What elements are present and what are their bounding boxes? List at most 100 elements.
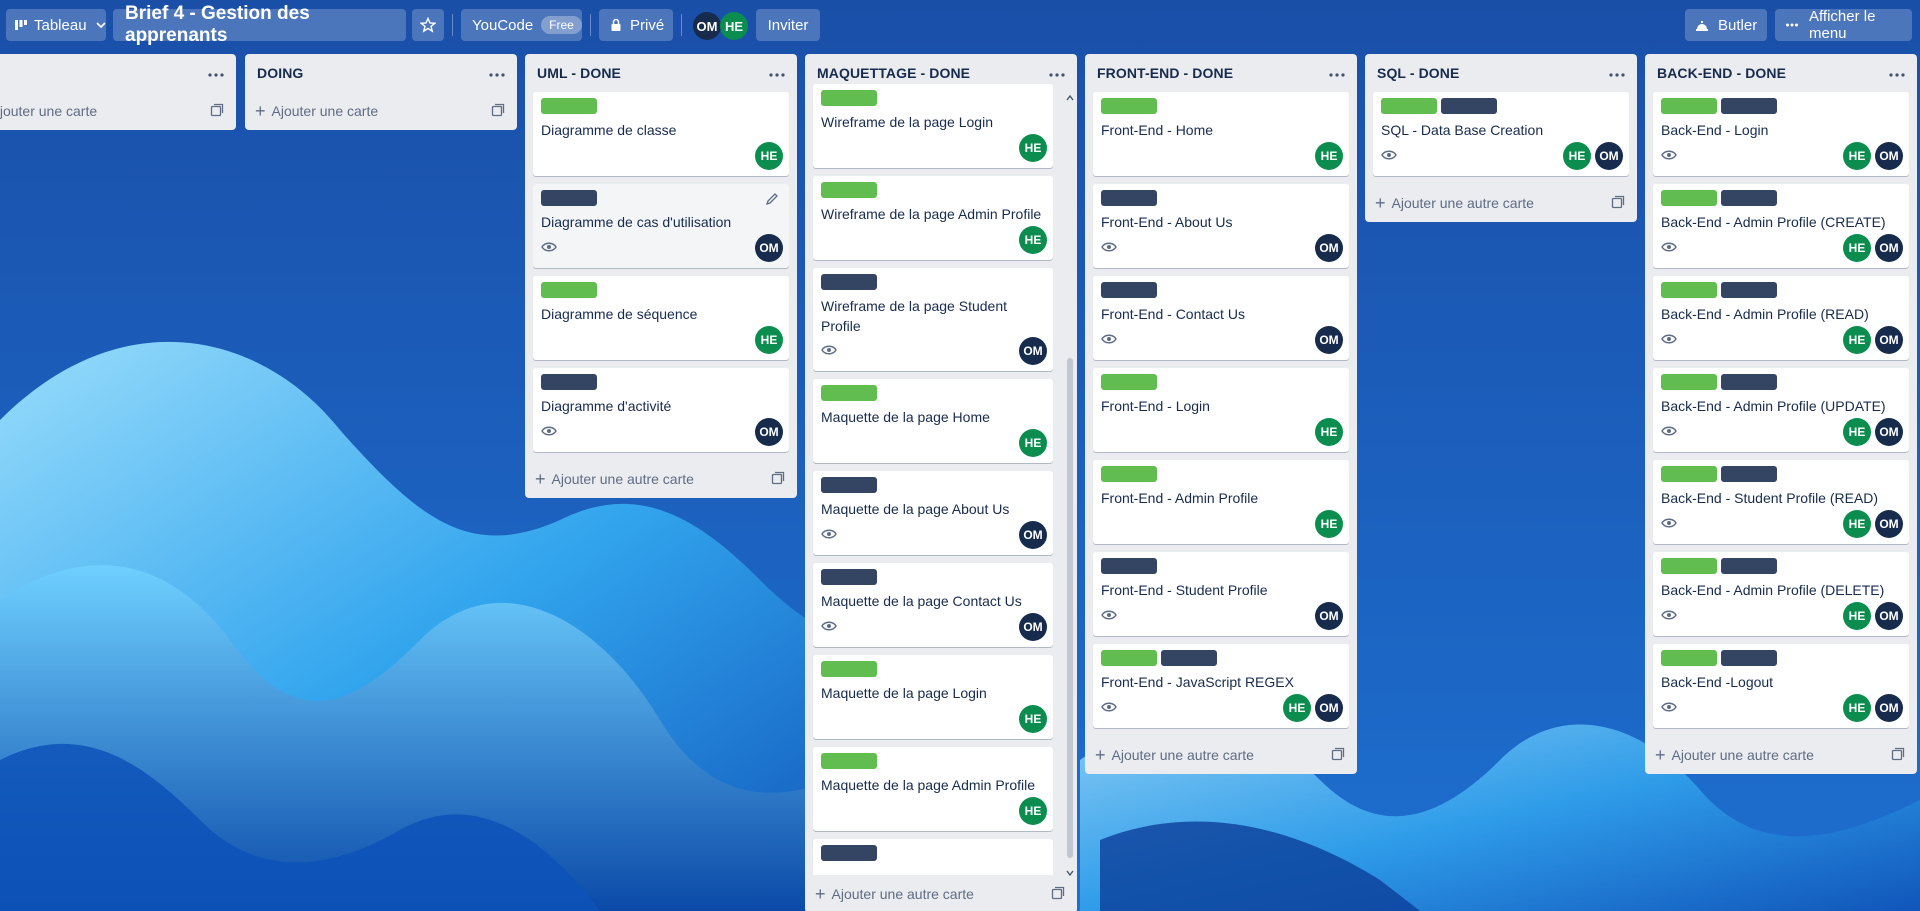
card-template-icon[interactable] (1611, 195, 1625, 212)
card[interactable]: Wireframe de la page Login HE (813, 84, 1053, 168)
card-template-icon[interactable] (771, 471, 785, 488)
card[interactable]: Diagramme de cas d'utilisation OM (533, 184, 789, 268)
member-avatar[interactable]: OM (1875, 418, 1903, 446)
list-title[interactable]: DOING (257, 65, 303, 81)
card-label-green[interactable] (821, 90, 877, 106)
show-menu-button[interactable]: Afficher le menu (1775, 8, 1912, 42)
list-title[interactable]: MAQUETTAGE - DONE (817, 65, 970, 81)
member-avatar[interactable]: OM (755, 234, 783, 262)
member-avatar[interactable]: OM (1875, 510, 1903, 538)
member-avatar[interactable]: HE (1843, 326, 1871, 354)
card[interactable]: Diagramme de classe HE (533, 92, 789, 176)
card-label-navy[interactable] (1721, 98, 1777, 114)
member-avatar[interactable]: OM (1875, 694, 1903, 722)
card[interactable]: Back-End - Admin Profile (READ) HE OM (1653, 276, 1909, 360)
member-avatar[interactable]: OM (1315, 694, 1343, 722)
member-avatar[interactable]: OM (1315, 602, 1343, 630)
card-label-green[interactable] (1101, 374, 1157, 390)
card-label-navy[interactable] (1721, 190, 1777, 206)
card-label-navy[interactable] (541, 374, 597, 390)
member-avatar[interactable]: HE (1843, 694, 1871, 722)
member-avatar[interactable]: HE (1019, 134, 1047, 162)
member-avatar[interactable]: OM (1875, 142, 1903, 170)
card-label-green[interactable] (821, 182, 877, 198)
view-switcher-button[interactable]: Tableau (6, 9, 106, 41)
invite-button[interactable]: Inviter (756, 9, 820, 41)
member-avatar[interactable]: HE (1019, 797, 1047, 825)
card-label-navy[interactable] (1101, 190, 1157, 206)
list-title[interactable]: SQL - DONE (1377, 65, 1459, 81)
card-label-navy[interactable] (1721, 558, 1777, 574)
card-label-green[interactable] (1101, 466, 1157, 482)
member-avatar[interactable]: HE (1843, 234, 1871, 262)
list-header[interactable]: UML - DONE (525, 54, 797, 92)
card-label-green[interactable] (1661, 466, 1717, 482)
card[interactable]: Back-End - Login HE OM (1653, 92, 1909, 176)
card[interactable]: Back-End - Admin Profile (UPDATE) HE OM (1653, 368, 1909, 452)
member-avatar[interactable]: HE (1019, 429, 1047, 457)
member-avatar[interactable]: OM (1019, 613, 1047, 641)
add-card-button[interactable]: + Ajouter une autre carte (1095, 746, 1254, 764)
add-card-button[interactable]: +Ajouter une carte (0, 102, 97, 120)
member-avatar[interactable]: HE (1283, 694, 1311, 722)
card[interactable]: Front-End - About Us OM (1093, 184, 1349, 268)
list-menu-icon[interactable] (1889, 64, 1905, 82)
card-label-navy[interactable] (1721, 650, 1777, 666)
add-card-button[interactable]: + Ajouter une autre carte (535, 470, 694, 488)
card[interactable]: Diagramme de séquence HE (533, 276, 789, 360)
member-avatar[interactable]: HE (1315, 510, 1343, 538)
list-scrollbar[interactable] (1065, 92, 1075, 883)
member-avatar[interactable]: OM (1019, 521, 1047, 549)
card-label-green[interactable] (1381, 98, 1437, 114)
list-header[interactable]: BACK-END - DONE (1645, 54, 1917, 92)
card[interactable]: Wireframe de la page Admin Profile HE (813, 176, 1053, 260)
workspace-button[interactable]: YouCode Free (461, 9, 582, 41)
member-avatar[interactable]: HE (1843, 142, 1871, 170)
list-menu-icon[interactable] (1049, 64, 1065, 82)
list-header[interactable]: DO (0, 54, 236, 92)
list-header[interactable]: FRONT-END - DONE (1085, 54, 1357, 92)
member-avatar[interactable]: OM (755, 418, 783, 446)
pencil-icon[interactable] (765, 192, 779, 211)
star-button[interactable] (412, 9, 444, 41)
card[interactable]: Front-End - Student Profile OM (1093, 552, 1349, 636)
card-label-green[interactable] (1661, 190, 1717, 206)
visibility-button[interactable]: Privé (599, 9, 673, 41)
card-label-green[interactable] (821, 661, 877, 677)
member-avatar[interactable]: HE (1315, 142, 1343, 170)
card-label-green[interactable] (821, 753, 877, 769)
member-avatar[interactable]: OM (1019, 337, 1047, 365)
list-header[interactable]: DOING (245, 54, 517, 92)
member-avatar[interactable]: OM (1315, 326, 1343, 354)
member-avatar[interactable]: OM (1315, 234, 1343, 262)
card[interactable]: Front-End - Contact Us OM (1093, 276, 1349, 360)
card[interactable]: Diagramme d'activité OM (533, 368, 789, 452)
add-card-button[interactable]: +Ajouter une carte (255, 102, 378, 120)
card-label-navy[interactable] (1101, 558, 1157, 574)
card-label-navy[interactable] (1161, 650, 1217, 666)
member-avatar[interactable]: HE (1563, 142, 1591, 170)
member-avatar[interactable]: HE (1843, 418, 1871, 446)
member-avatar[interactable]: OM (1875, 234, 1903, 262)
card-label-green[interactable] (1661, 282, 1717, 298)
board-title[interactable]: Brief 4 - Gestion des apprenants (113, 3, 406, 46)
member-avatar[interactable]: HE (755, 326, 783, 354)
card[interactable]: Front-End - Admin Profile HE (1093, 460, 1349, 544)
member-avatar[interactable]: HE (720, 12, 748, 40)
list-title[interactable]: UML - DONE (537, 65, 621, 81)
card-label-green[interactable] (1661, 650, 1717, 666)
card-label-navy[interactable] (1101, 282, 1157, 298)
member-avatar[interactable]: OM (1875, 602, 1903, 630)
add-card-button[interactable]: + Ajouter une autre carte (1655, 746, 1814, 764)
card[interactable]: Maquette de la page About Us OM (813, 471, 1053, 555)
card-template-icon[interactable] (1891, 747, 1905, 764)
card[interactable]: Back-End - Student Profile (READ) HE OM (1653, 460, 1909, 544)
card-label-green[interactable] (541, 98, 597, 114)
list-menu-icon[interactable] (1609, 64, 1625, 82)
card-label-navy[interactable] (1441, 98, 1497, 114)
list-menu-icon[interactable] (769, 64, 785, 82)
member-avatar[interactable]: HE (1843, 602, 1871, 630)
card-label-navy[interactable] (1721, 466, 1777, 482)
card[interactable] (813, 839, 1053, 875)
card-label-green[interactable] (821, 385, 877, 401)
